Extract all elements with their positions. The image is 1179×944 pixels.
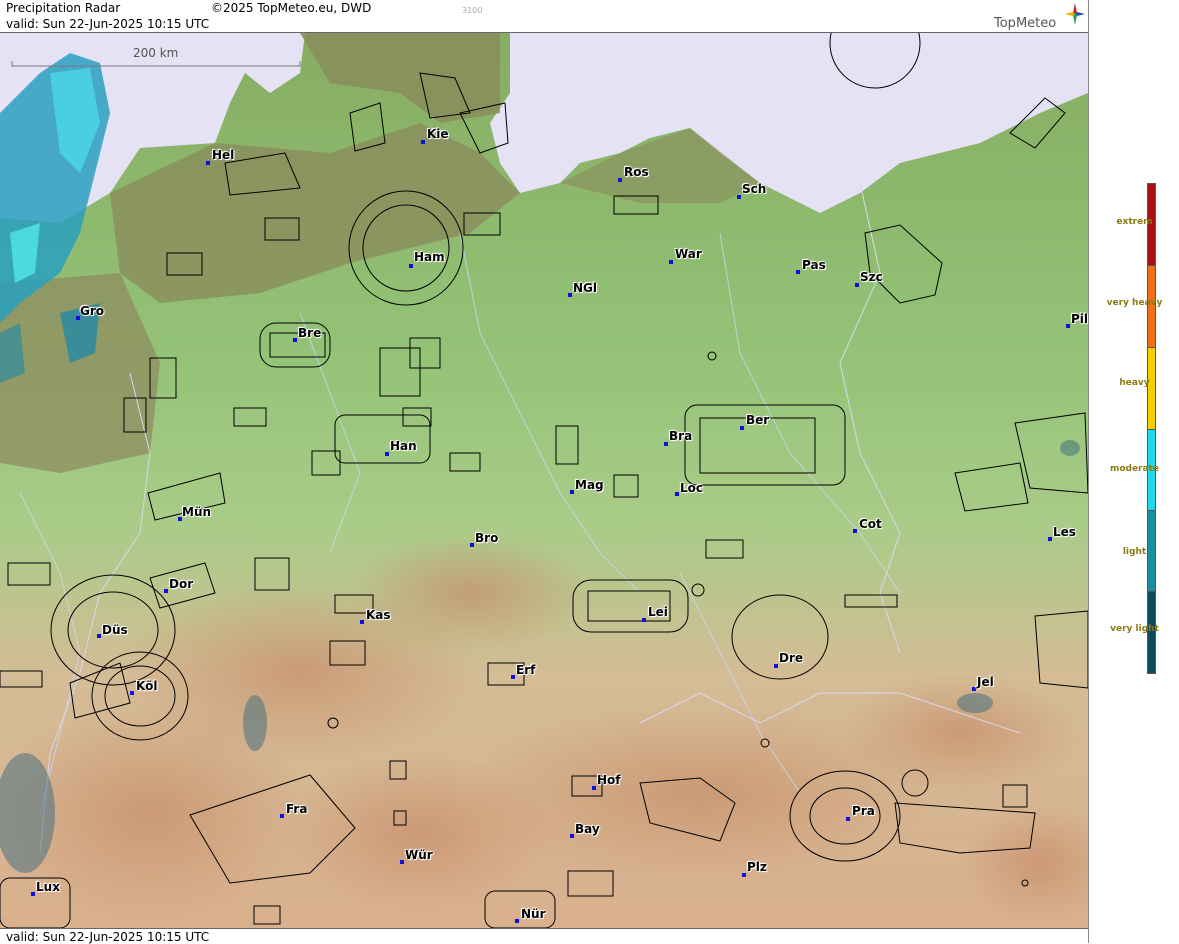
legend-label-extrem: extrem (1116, 217, 1153, 227)
city-label: Erf (516, 663, 536, 677)
city-label: Mün (182, 505, 212, 519)
legend-label-moderate: moderate (1109, 464, 1160, 474)
city-label: Hel (212, 148, 235, 162)
city-label: NGl (573, 281, 598, 295)
header-code: 3100 (462, 6, 483, 15)
city-dot (360, 620, 364, 624)
valid-time: valid: Sun 22-Jun-2025 10:15 UTC (6, 17, 210, 31)
legend-label-very-heavy: very heavy (1106, 298, 1163, 308)
city-label: Ham (414, 250, 445, 264)
city-label: Cot (859, 517, 882, 531)
city-label: Ber (746, 413, 770, 427)
logo-text: TopMeteo (994, 16, 1057, 31)
city-label: Kas (366, 608, 391, 622)
city-label: Lux (36, 880, 60, 894)
city-label: Pas (802, 258, 826, 272)
city-dot (774, 664, 778, 668)
city-dot (592, 786, 596, 790)
city-dot (206, 161, 210, 165)
city-dot (669, 260, 673, 264)
map-base (0, 33, 1088, 928)
city-dot (31, 892, 35, 896)
city-label: Loc (680, 481, 704, 495)
city-dot (740, 426, 744, 430)
city-label: Fra (286, 802, 308, 816)
city-dot (796, 270, 800, 274)
city-dot (97, 634, 101, 638)
city-label: Bre (298, 326, 322, 340)
city-label: Szc (860, 270, 883, 284)
city-label: Dor (169, 577, 194, 591)
city-dot (400, 860, 404, 864)
city-dot (1066, 324, 1070, 328)
city-dot (293, 338, 297, 342)
city-label: Ros (624, 165, 649, 179)
city-label: Gro (80, 304, 105, 318)
city-dot (1048, 537, 1052, 541)
footer-valid-time: valid: Sun 22-Jun-2025 10:15 UTC (6, 930, 210, 944)
city-dot (511, 675, 515, 679)
city-dot (385, 452, 389, 456)
city-dot (642, 618, 646, 622)
city-dot (421, 140, 425, 144)
city-label: Lei (648, 605, 668, 619)
city-label: Les (1053, 525, 1076, 539)
city-label: Sch (742, 182, 767, 196)
city-label: Jel (977, 675, 994, 689)
city-dot (570, 490, 574, 494)
legend-swatch-heavy (1147, 347, 1156, 431)
city-label: Bay (575, 822, 600, 836)
header-bar: Precipitation Radar ©2025 TopMeteo.eu, D… (0, 0, 1088, 33)
city-dot (280, 814, 284, 818)
city-dot (618, 178, 622, 182)
city-dot (409, 264, 413, 268)
city-dot (470, 543, 474, 547)
city-dot (515, 919, 519, 923)
city-label: Pil (1071, 312, 1088, 326)
radar-map[interactable]: 200 km Hel Kie Ros Sch Ham War Pas Szc N… (0, 33, 1088, 928)
city-dot (570, 834, 574, 838)
city-label: Han (390, 439, 417, 453)
compass-logo-icon (1065, 3, 1085, 25)
city-label: Bro (475, 531, 499, 545)
footer-bar: valid: Sun 22-Jun-2025 10:15 UTC (0, 928, 1088, 944)
city-dot (675, 492, 679, 496)
city-dot (664, 442, 668, 446)
city-label: Plz (747, 860, 767, 874)
scale-bar-label: 200 km (133, 46, 179, 60)
city-dot (742, 873, 746, 877)
city-label: Kie (427, 127, 449, 141)
city-label: Nür (521, 907, 546, 921)
city-label: Mag (575, 478, 604, 492)
legend-label-heavy: heavy (1119, 378, 1150, 388)
city-label: Bra (669, 429, 693, 443)
city-label: Dre (779, 651, 804, 665)
city-dot (855, 283, 859, 287)
city-label: Hof (597, 773, 621, 787)
copyright: ©2025 TopMeteo.eu, DWD (211, 1, 372, 15)
city-label: Pra (852, 804, 875, 818)
city-dot (853, 529, 857, 533)
city-dot (164, 589, 168, 593)
city-dot (568, 293, 572, 297)
city-label: Wür (405, 848, 433, 862)
city-dot (130, 691, 134, 695)
title: Precipitation Radar (6, 1, 121, 15)
city-label: Köl (136, 679, 158, 693)
precipitation-legend: extrem very heavy heavy moderate light v… (1088, 0, 1179, 943)
city-label: War (675, 247, 702, 261)
city-dot (737, 195, 741, 199)
city-dot (846, 817, 850, 821)
city-label: Düs (102, 623, 128, 637)
city-dot (972, 687, 976, 691)
legend-label-light: light (1122, 547, 1147, 557)
legend-label-very-light: very light (1110, 624, 1159, 634)
